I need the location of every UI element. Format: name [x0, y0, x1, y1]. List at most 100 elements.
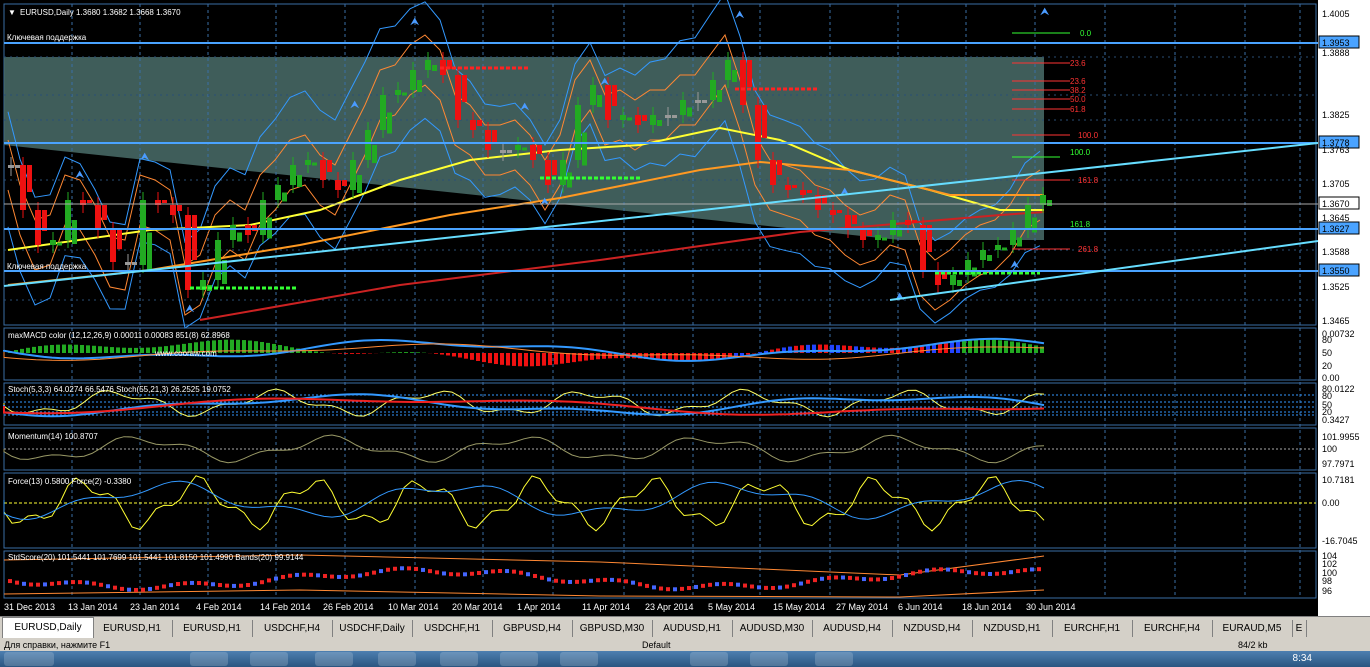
chart-area[interactable]: ⮝ ⮝ ⮝ ⮝ ⮝ ⮝ ⮝ ⮝ ⮝ ⮝ ⮝ ⮝ ⮝ Ключевая поддержка Ключева…: [0, 0, 1370, 616]
firefox-icon[interactable]: [315, 652, 353, 666]
tab-eurchf-h1[interactable]: EURCHF,H1: [1052, 620, 1133, 637]
price-tick: 1.3953: [1322, 38, 1350, 48]
tab-usdchf-daily[interactable]: USDCHF,Daily: [332, 620, 413, 637]
macd-bar: [554, 353, 558, 365]
candle: [537, 145, 542, 154]
fractal-arrow-icon: ⮝: [540, 195, 550, 208]
candle: [650, 115, 656, 125]
mail-icon[interactable]: [250, 652, 288, 666]
start-button[interactable]: [4, 652, 54, 666]
std-candle: [974, 571, 978, 576]
app-icon[interactable]: [440, 652, 478, 666]
status-profile: Default: [642, 640, 671, 650]
tab-eurchf-h4[interactable]: EURCHF,H4: [1132, 620, 1213, 637]
tab-gbpusd-h4[interactable]: GBPUSD,H4: [492, 620, 573, 637]
indicator-tick: 50: [1322, 348, 1332, 358]
candle: [350, 160, 356, 190]
fib-label: 0.0: [1080, 29, 1092, 38]
candle: [102, 205, 107, 220]
std-candle: [610, 577, 614, 582]
macd-bar: [494, 353, 498, 365]
date-tick: 30 Jun 2014: [1026, 602, 1076, 612]
app2-icon[interactable]: [560, 652, 598, 666]
std-candle: [386, 567, 390, 572]
tab-usdchf-h1[interactable]: USDCHF,H1: [412, 620, 493, 637]
date-tick: 14 Feb 2014: [260, 602, 311, 612]
tab-audusd-h4[interactable]: AUDUSD,H4: [812, 620, 893, 637]
candle: [162, 200, 167, 203]
std-candle: [813, 578, 817, 583]
macd-bar: [470, 353, 474, 360]
std-candle: [904, 573, 908, 578]
candle: [357, 175, 362, 193]
macd-bar: [98, 346, 102, 353]
macd-bar: [992, 339, 996, 353]
std-candle: [869, 577, 873, 582]
macd-bar: [32, 346, 36, 353]
date-tick: 5 May 2014: [708, 602, 755, 612]
candle: [50, 240, 56, 245]
tab-e[interactable]: E: [1292, 620, 1307, 637]
std-candle: [260, 580, 264, 585]
candle: [1032, 217, 1037, 233]
tab-eurusd-h1[interactable]: EURUSD,H1: [92, 620, 173, 637]
tab-nzdusd-h4[interactable]: NZDUSD,H4: [892, 620, 973, 637]
std-candle: [932, 567, 936, 572]
macd-bar: [530, 353, 534, 367]
tab-eurusd-daily[interactable]: EURUSD,Daily: [2, 617, 94, 638]
macd-bar: [542, 353, 546, 366]
tab-nzdusd-h1[interactable]: NZDUSD,H1: [972, 620, 1053, 637]
macd-bar: [452, 353, 456, 357]
std-candle: [967, 570, 971, 575]
candle: [372, 145, 377, 163]
price-tick: 1.3550: [1322, 266, 1350, 276]
macd-bar: [92, 345, 96, 353]
std-candle: [421, 567, 425, 572]
skype-icon[interactable]: [690, 652, 728, 666]
std-candle: [519, 570, 523, 575]
indicator-tick: 101.9955: [1322, 432, 1360, 442]
collapse-triangle-icon[interactable]: ▼: [8, 8, 16, 17]
std-candle: [351, 574, 355, 579]
macd-bar: [548, 353, 552, 366]
candle: [995, 245, 1001, 250]
tab-eurusd-h1[interactable]: EURUSD,H1: [172, 620, 253, 637]
macd-bar: [482, 353, 486, 363]
candle: [545, 160, 551, 185]
opera-icon[interactable]: [378, 652, 416, 666]
tab-audusd-h1[interactable]: AUDUSD,H1: [652, 620, 733, 637]
candle: [477, 120, 482, 126]
word-icon[interactable]: [750, 652, 788, 666]
std-candle: [834, 575, 838, 580]
std-candle: [169, 583, 173, 588]
candle: [837, 210, 842, 213]
macd-bar: [1034, 345, 1038, 353]
candle: [740, 60, 746, 105]
candle: [125, 262, 131, 265]
std-candle: [127, 587, 131, 592]
maps-icon[interactable]: [500, 652, 538, 666]
indicator-tick: 0.3427: [1322, 415, 1350, 425]
std-candle: [792, 583, 796, 588]
candle: [470, 120, 476, 130]
candle: [177, 205, 182, 211]
std-candle: [848, 575, 852, 580]
std-candle: [295, 572, 299, 577]
std-candle: [554, 578, 558, 583]
std-candle: [995, 571, 999, 576]
date-tick: 23 Apr 2014: [645, 602, 694, 612]
tab-gbpusd-m30[interactable]: GBPUSD,M30: [572, 620, 653, 637]
std-candle: [743, 583, 747, 588]
fib-label: 38.2: [1070, 86, 1086, 95]
std-candle: [631, 580, 635, 585]
date-tick: 18 Jun 2014: [962, 602, 1012, 612]
chrome-icon[interactable]: [190, 652, 228, 666]
terminal-icon[interactable]: [815, 652, 853, 666]
std-candle: [638, 582, 642, 587]
date-tick: 15 May 2014: [773, 602, 825, 612]
indicator-tick: 97.7971: [1322, 459, 1355, 469]
tab-usdchf-h4[interactable]: USDCHF,H4: [252, 620, 333, 637]
tab-audusd-m30[interactable]: AUDUSD,M30: [732, 620, 813, 637]
std-candle: [372, 570, 376, 575]
tab-euraud-m5[interactable]: EURAUD,M5: [1212, 620, 1293, 637]
